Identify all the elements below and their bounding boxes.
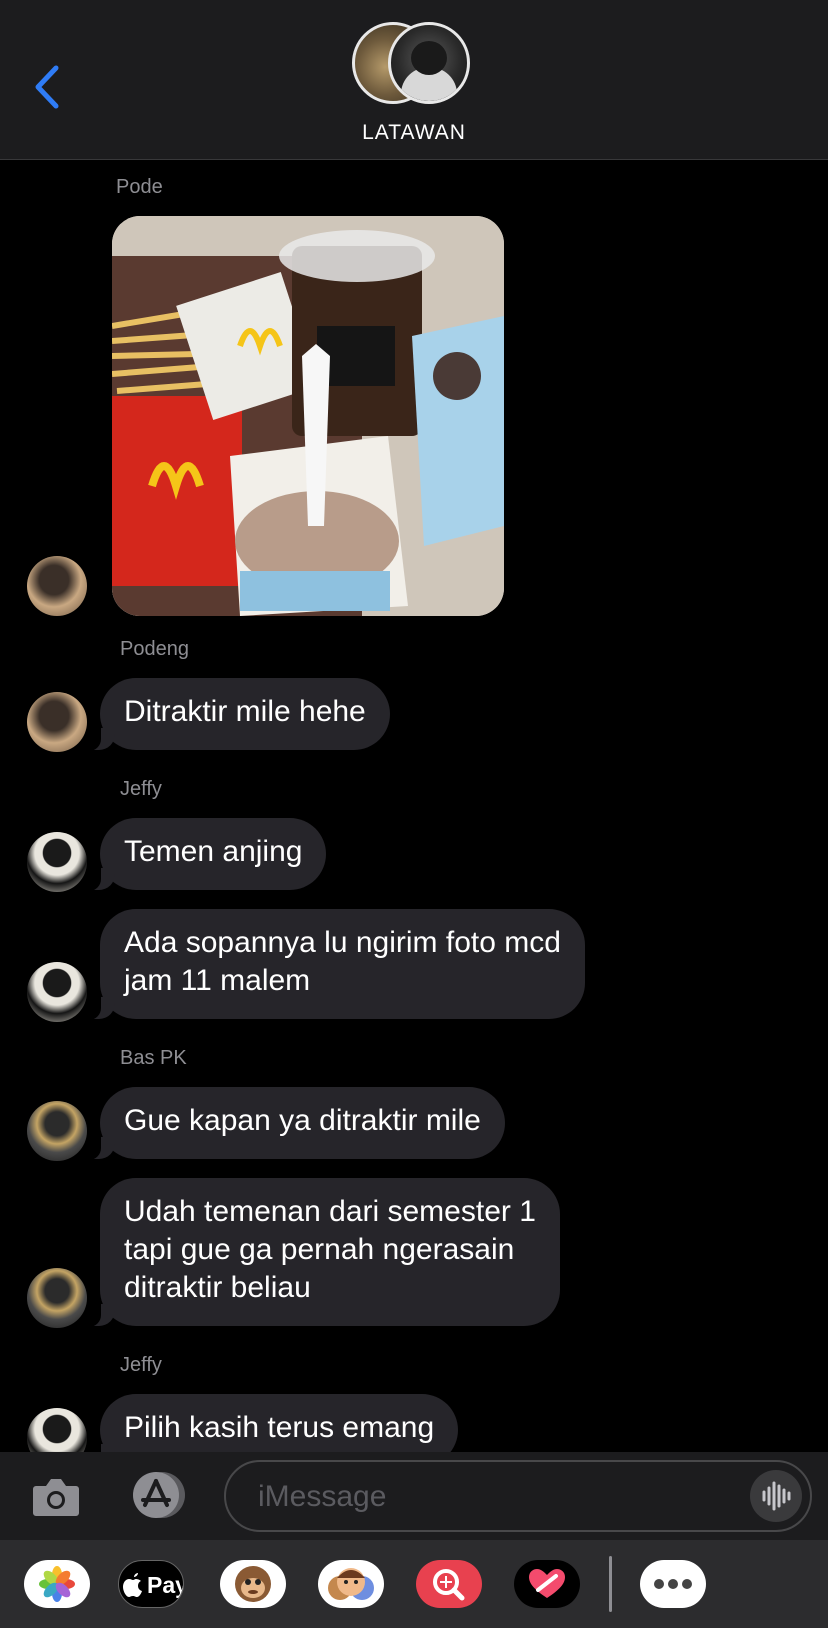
camera-icon [33, 1479, 79, 1516]
apple-pay-button[interactable]: Pay [118, 1560, 184, 1608]
sender-name: Pode [116, 176, 163, 198]
voice-message-button[interactable] [750, 1470, 802, 1522]
message-input[interactable] [256, 1462, 720, 1532]
image-search-icon [433, 1569, 465, 1601]
sender-avatar[interactable] [27, 962, 87, 1022]
message-text: Gue kapan ya ditraktir mile [124, 1104, 481, 1137]
sender-name: Podeng [120, 638, 189, 660]
message-bubble[interactable]: Ditraktir mile hehe [87, 678, 390, 751]
photo-message[interactable] [112, 216, 504, 616]
fast-food-photo [112, 216, 504, 616]
memoji-monkey-icon [235, 1566, 271, 1602]
message-bubble[interactable]: Udah temenan dari semester 1 tapi gue ga… [87, 1178, 560, 1327]
sender-avatar[interactable] [27, 1268, 87, 1328]
message-text: ditraktir beliau [124, 1271, 311, 1304]
back-button[interactable] [30, 62, 70, 112]
memoji-monkey-button[interactable] [220, 1560, 286, 1608]
drawer-divider [609, 1556, 612, 1612]
sender-avatar[interactable] [27, 1101, 87, 1161]
message-text: Udah temenan dari semester 1 [124, 1195, 536, 1228]
message-text: Ada sopannya lu ngirim foto mcd [124, 926, 561, 959]
message-text: tapi gue ga pernah ngerasain [124, 1233, 515, 1266]
message-bubble[interactable]: Gue kapan ya ditraktir mile [87, 1087, 505, 1160]
conversation-header: LATAWAN [0, 0, 828, 160]
message-bubble[interactable]: Temen anjing [86, 818, 327, 891]
photos-app-button[interactable] [24, 1560, 90, 1608]
sender-avatar[interactable] [27, 692, 87, 752]
compose-bar [0, 1452, 828, 1540]
sender-avatar[interactable] [27, 832, 87, 892]
sender-avatar[interactable] [27, 556, 87, 616]
digital-touch-heart-icon [529, 1569, 565, 1598]
camera-button[interactable] [32, 1474, 80, 1518]
app-drawer: Pay [0, 1540, 828, 1628]
sender-name: Bas PK [120, 1047, 187, 1069]
sender-name: Jeffy [120, 1354, 162, 1376]
image-search-button[interactable] [416, 1560, 482, 1608]
digital-touch-button[interactable] [514, 1560, 580, 1608]
sender-name: Jeffy [120, 778, 162, 800]
group-name[interactable]: LATAWAN [0, 121, 828, 145]
message-text: Temen anjing [124, 835, 303, 868]
message-text: Ditraktir mile hehe [124, 695, 366, 728]
app-store-icon [133, 1472, 185, 1518]
apple-pay-label: Pay [147, 1572, 184, 1598]
group-member-avatar [388, 22, 470, 104]
message-text: jam 11 malem [124, 964, 311, 997]
group-avatar-stack[interactable] [352, 22, 482, 108]
memoji-stickers-button[interactable] [318, 1560, 384, 1608]
photos-app-icon [39, 1566, 75, 1602]
message-input-field[interactable] [224, 1460, 812, 1532]
more-apps-button[interactable] [640, 1560, 706, 1608]
waveform-icon [762, 1481, 791, 1511]
imessage-screen: LATAWAN Pode Podeng Ditraktir mile hehe … [0, 0, 828, 1628]
chevron-left-icon [35, 65, 59, 109]
more-apps-icon [654, 1579, 692, 1589]
message-text: Pilih kasih terus emang [124, 1411, 435, 1444]
memoji-stickers-icon [328, 1568, 374, 1600]
message-bubble[interactable]: Ada sopannya lu ngirim foto mcd jam 11 m… [87, 909, 585, 1020]
app-store-button[interactable] [126, 1470, 190, 1520]
